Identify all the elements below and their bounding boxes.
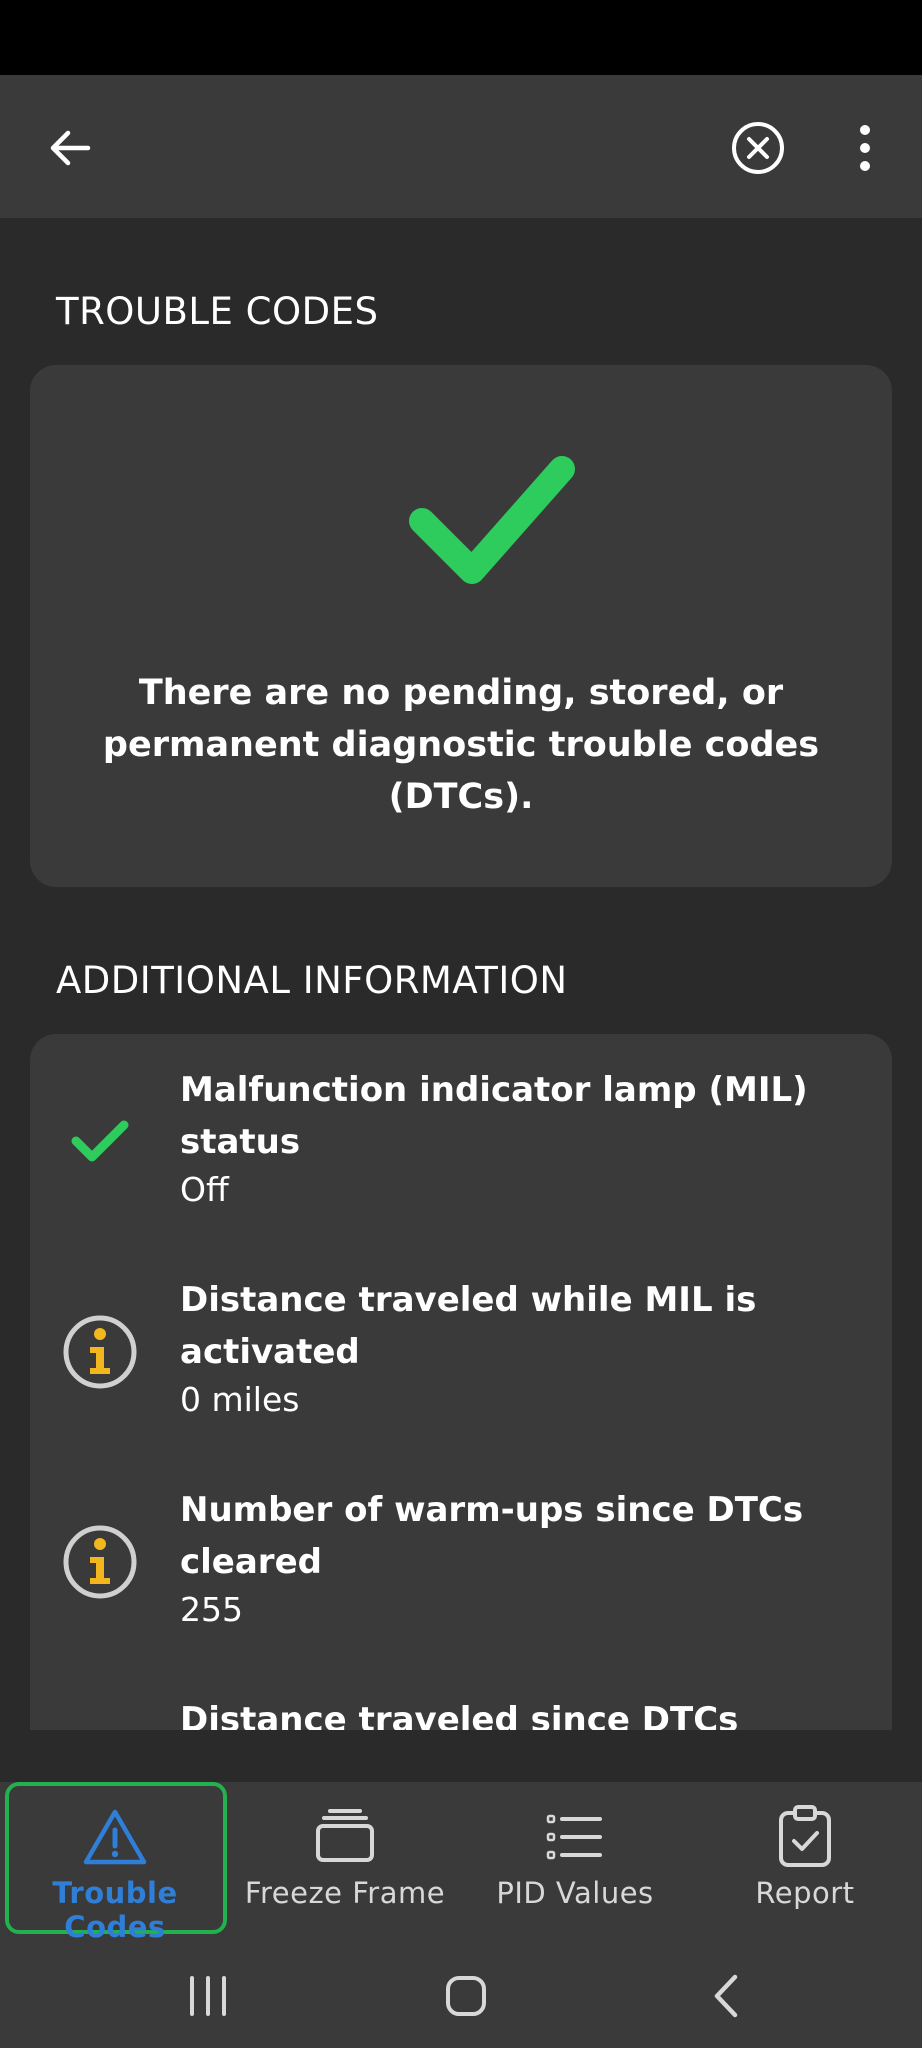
app-bar [0,75,922,218]
chevron-left-icon [714,1974,738,2018]
tab-trouble-codes[interactable]: Trouble Codes [0,1782,230,1944]
trouble-codes-card: There are no pending, stored, or permane… [30,365,892,887]
info-item-title: Distance traveled since DTCs cleared [180,1700,739,1730]
info-item-title: Number of warm-ups since DTCs cleared [180,1490,804,1582]
arrow-left-icon [50,130,91,166]
tab-freeze-frame[interactable]: Freeze Frame [230,1782,460,1942]
additional-info-card: Malfunction indicator lamp (MIL) status … [30,1034,892,1730]
circle-x-icon [731,122,784,174]
info-icon [60,1312,140,1392]
info-item-title: Malfunction indicator lamp (MIL) status [180,1070,808,1162]
tab-report[interactable]: Report [690,1782,920,1942]
warning-triangle-icon [0,1802,230,1872]
tab-label: Freeze Frame [244,1876,446,1910]
additional-info-heading: ADDITIONAL INFORMATION [56,959,568,1002]
info-icon [60,1522,140,1602]
home-button[interactable] [426,1968,506,2024]
status-bar [0,0,922,75]
recents-icon [190,1976,226,2016]
tab-pid-values[interactable]: PID Values [460,1782,690,1942]
info-item-value: Off [180,1170,229,1209]
info-item-value: 0 miles [180,1380,300,1419]
no-dtc-message: There are no pending, stored, or permane… [102,673,820,817]
back-button[interactable] [30,113,110,183]
system-navigation-bar [0,1942,922,2048]
cancel-button[interactable] [720,113,795,183]
more-options-button[interactable] [835,113,895,183]
vertical-dots-icon [860,125,870,171]
trouble-codes-heading: TROUBLE CODES [56,290,379,333]
clipboard-check-icon [690,1802,920,1872]
tab-label: Trouble Codes [52,1876,178,1944]
system-back-button[interactable] [686,1968,766,2024]
list-icon [460,1802,690,1872]
tab-label: Report [755,1876,855,1910]
home-icon [446,1976,486,2016]
scroll-content[interactable]: TROUBLE CODES There are no pending, stor… [0,218,922,1730]
stacked-frames-icon [230,1802,460,1872]
bottom-navigation: Trouble Codes Freeze Frame PID Values Re… [0,1782,922,1944]
tab-label: PID Values [496,1876,654,1910]
recents-button[interactable] [168,1968,248,2024]
checkmark-icon [60,1102,140,1182]
info-item-value: 255 [180,1590,243,1629]
info-item-title: Distance traveled while MIL is activated [180,1280,757,1372]
checkmark-icon [409,456,575,584]
